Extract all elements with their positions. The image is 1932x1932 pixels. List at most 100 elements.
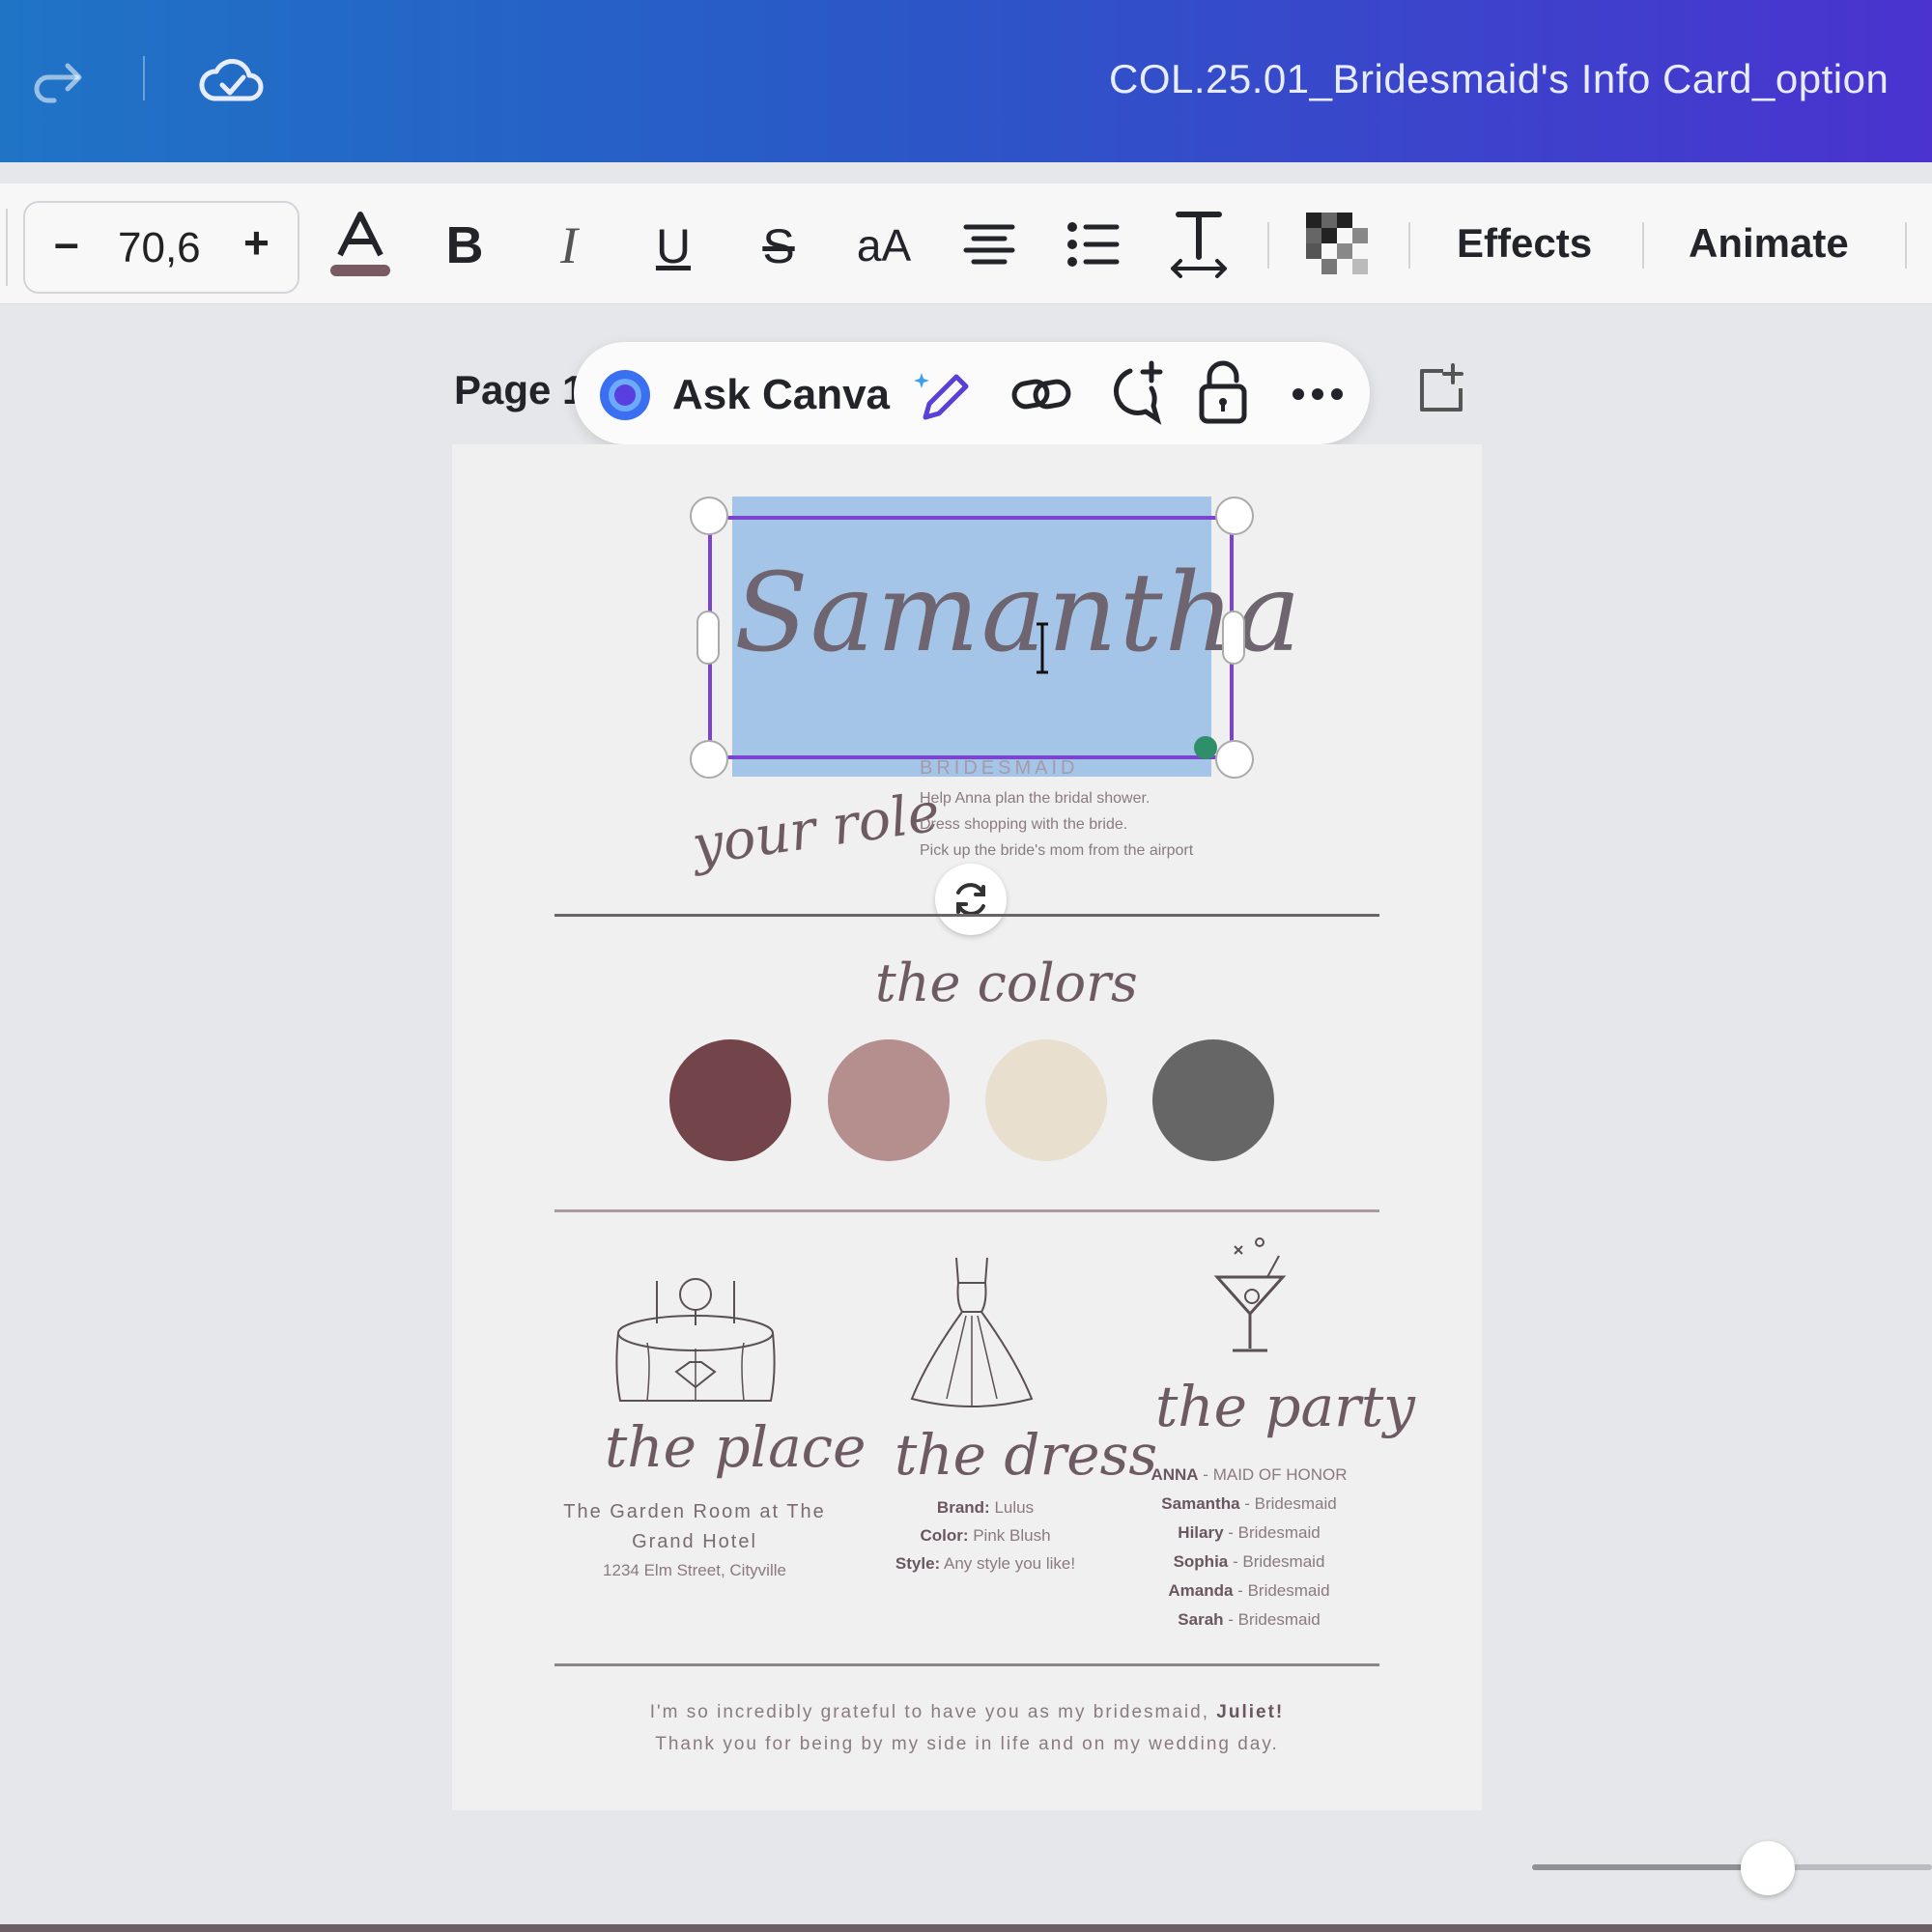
party-member-name: Hilary (1178, 1523, 1224, 1542)
place-venue[interactable]: The Garden Room at The Grand Hotel (556, 1497, 833, 1557)
resize-handle-right[interactable] (1222, 611, 1245, 665)
thank-you-note[interactable]: I'm so incredibly grateful to have you a… (554, 1696, 1379, 1760)
add-page-icon (1420, 363, 1463, 412)
strikethrough-button[interactable]: S (753, 214, 804, 278)
color-swatch[interactable] (828, 1039, 950, 1161)
transparency-button[interactable] (1306, 213, 1368, 274)
link-button[interactable] (1010, 369, 1072, 419)
bulleted-list-button[interactable] (1065, 213, 1122, 276)
magic-edit-button[interactable] (912, 363, 974, 425)
dress-style[interactable]: Any style you like! (944, 1554, 1075, 1573)
party-member[interactable]: Hilary - Bridesmaid (1121, 1519, 1378, 1548)
link-icon (1011, 379, 1071, 410)
dress-style-row: Style: Any style you like! (860, 1549, 1111, 1577)
party-member[interactable]: Samantha - Bridesmaid (1121, 1490, 1378, 1519)
party-member[interactable]: Sarah - Bridesmaid (1121, 1605, 1378, 1634)
spacing-button[interactable] (1169, 207, 1229, 280)
underline-button[interactable]: U (649, 213, 697, 280)
header-divider (143, 56, 145, 100)
divider-line[interactable] (554, 914, 1379, 917)
role-task[interactable]: Help Anna plan the bridal shower. (920, 790, 1150, 808)
cocktail-icon (1213, 1237, 1287, 1352)
cocktail-illustration[interactable] (1213, 1235, 1287, 1356)
party-member-role: Bridesmaid (1237, 1523, 1321, 1542)
party-member[interactable]: Amanda - Bridesmaid (1121, 1577, 1378, 1605)
resize-handle-top-left[interactable] (690, 497, 728, 535)
zoom-slider-handle[interactable] (1741, 1841, 1795, 1895)
editor-header: COL.25.01_Bridesmaid's Info Card_option (0, 0, 1932, 162)
font-size-decrease-button[interactable]: – (54, 216, 79, 269)
selection-frame (708, 516, 1234, 759)
text-cursor-icon (1036, 622, 1049, 674)
color-swatch[interactable] (1152, 1039, 1274, 1161)
add-comment-button[interactable] (1101, 359, 1165, 427)
party-member-name: ANNA (1151, 1465, 1199, 1484)
table-illustration[interactable] (609, 1265, 782, 1406)
role-task[interactable]: Dress shopping with the bride. (920, 816, 1127, 834)
animate-button[interactable]: Animate (1689, 220, 1849, 267)
dress-color[interactable]: Pink Blush (973, 1526, 1050, 1545)
place-address[interactable]: 1234 Elm Street, Cityville (556, 1561, 833, 1580)
bulleted-list-icon (1067, 222, 1120, 267)
effects-button[interactable]: Effects (1457, 220, 1592, 267)
dress-color-row: Color: Pink Blush (860, 1521, 1111, 1549)
place-table-icon (615, 1278, 776, 1402)
cloud-check-icon (199, 59, 264, 101)
document-title[interactable]: COL.25.01_Bridesmaid's Info Card_option (1109, 56, 1889, 102)
color-swatch[interactable] (669, 1039, 791, 1161)
dress-script[interactable]: the dress (895, 1422, 1157, 1488)
dress-brand-row: Brand: Lulus (860, 1493, 1111, 1521)
bold-button[interactable]: B (440, 216, 489, 274)
text-spacing-icon (1171, 212, 1227, 278)
party-member[interactable]: Sophia - Bridesmaid (1121, 1548, 1378, 1577)
italic-button[interactable]: I (545, 216, 593, 274)
resize-handle-left[interactable] (696, 611, 720, 665)
party-list: ANNA - MAID OF HONOR Samantha - Bridesma… (1121, 1461, 1378, 1634)
redo-button[interactable] (29, 50, 87, 108)
rotate-icon (956, 883, 985, 916)
bottom-edge (0, 1924, 1932, 1932)
divider-line[interactable] (554, 1209, 1379, 1212)
role-heading[interactable]: BRIDESMAID (920, 757, 1078, 780)
place-info: The Garden Room at The Grand Hotel 1234 … (556, 1497, 833, 1580)
lock-button[interactable] (1196, 357, 1250, 427)
font-size-stepper[interactable]: – 70,6 + (23, 201, 299, 294)
text-color-button[interactable] (327, 209, 394, 286)
dress-brand[interactable]: Lulus (994, 1498, 1034, 1517)
dress-color-label: Color: (920, 1526, 969, 1545)
add-page-button[interactable] (1414, 361, 1468, 415)
page-label[interactable]: Page 1 (454, 367, 584, 413)
thank-you-text: I'm so incredibly grateful to have you a… (649, 1702, 1209, 1722)
magic-pencil-icon (914, 373, 969, 420)
role-task[interactable]: Pick up the bride's mom from the airport (920, 842, 1193, 860)
toolbar-divider (1905, 222, 1907, 269)
save-status-button[interactable] (197, 48, 265, 110)
toolbar-left-edge (0, 209, 8, 286)
place-script[interactable]: the place (605, 1414, 867, 1480)
dress-info: Brand: Lulus Color: Pink Blush Style: An… (860, 1493, 1111, 1577)
transparency-icon (1306, 213, 1368, 274)
thank-you-line-1: I'm so incredibly grateful to have you a… (554, 1696, 1379, 1728)
ask-canva-icon (600, 370, 650, 420)
party-script[interactable]: the party (1155, 1374, 1415, 1439)
align-center-button[interactable] (960, 213, 1018, 276)
rotate-handle[interactable] (935, 864, 1007, 935)
toolbar-divider (1408, 222, 1410, 269)
dress-style-label: Style: (895, 1554, 941, 1573)
unlock-icon (1199, 360, 1247, 424)
divider-line[interactable] (554, 1663, 1379, 1666)
resize-handle-bottom-right[interactable] (1215, 740, 1254, 779)
more-options-button[interactable] (1289, 375, 1347, 413)
font-size-value[interactable]: 70,6 (118, 224, 201, 272)
resize-handle-bottom-left[interactable] (690, 740, 728, 779)
party-member-name: Sophia (1173, 1552, 1229, 1571)
colors-script[interactable]: the colors (875, 952, 1138, 1013)
dress-illustration[interactable] (908, 1254, 1036, 1410)
dress-brand-label: Brand: (936, 1498, 990, 1517)
ask-canva-label[interactable]: Ask Canva (672, 371, 890, 419)
party-member[interactable]: ANNA - MAID OF HONOR (1121, 1461, 1378, 1490)
font-size-increase-button[interactable]: + (243, 216, 270, 269)
letter-case-button[interactable]: aA (850, 216, 918, 274)
resize-handle-top-right[interactable] (1215, 497, 1254, 535)
color-swatch[interactable] (985, 1039, 1107, 1161)
